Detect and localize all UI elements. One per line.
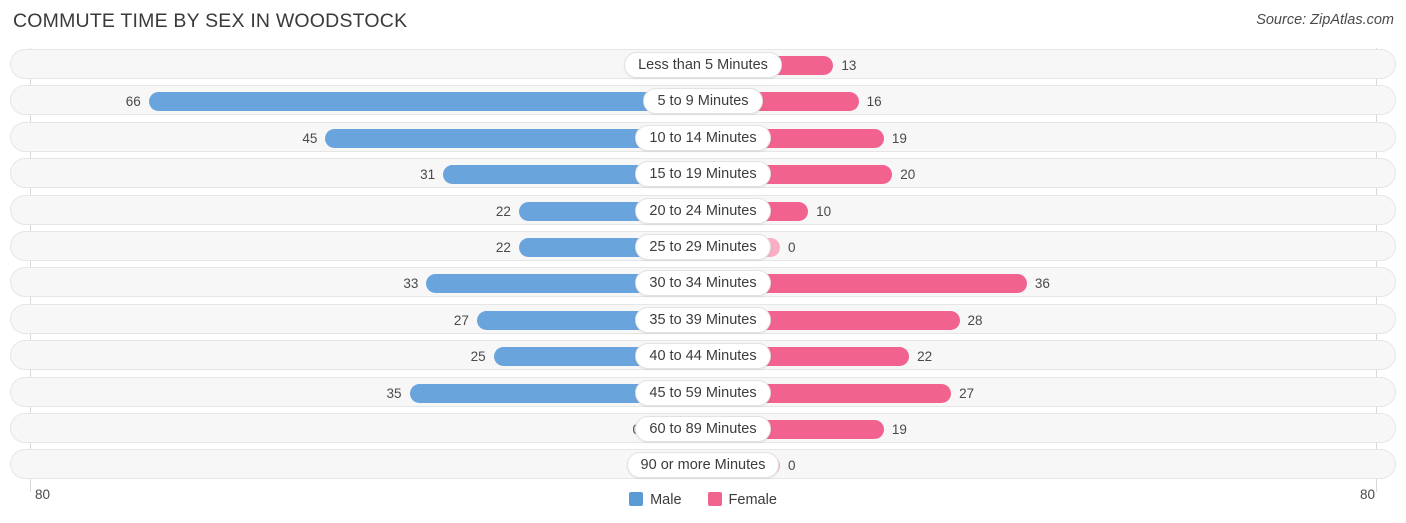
table-row[interactable]: 31 20 15 to 19 Minutes (10, 158, 1396, 189)
page-title: COMMUTE TIME BY SEX IN WOODSTOCK (13, 10, 408, 32)
category-label: 5 to 9 Minutes (643, 88, 763, 115)
legend-label: Male (650, 492, 682, 508)
bar-value-female: 0 (788, 458, 796, 474)
bar-value-female: 13 (841, 58, 857, 73)
bar-value-male: 66 (125, 94, 141, 110)
category-label: 30 to 34 Minutes (635, 270, 771, 297)
bar-value-male: 45 (302, 130, 318, 146)
category-label: 35 to 39 Minutes (635, 306, 771, 333)
bar-value-female: 16 (866, 94, 882, 110)
bar-value-female: 19 (891, 422, 907, 437)
chart-plot-area: 0 13 Less than 5 Minutes 66 16 5 to 9 Minutes… (0, 44, 1406, 492)
bar-value-male: 27 (453, 312, 469, 328)
category-label: 20 to 24 Minutes (635, 197, 771, 224)
table-row[interactable]: 0 19 60 to 89 Minutes (10, 413, 1396, 443)
bar-value-male: 22 (495, 240, 511, 255)
bar-value-female: 0 (788, 240, 796, 255)
bar-value-male: 25 (470, 349, 486, 365)
table-row[interactable]: 013Less than 5 Minutes (10, 49, 1396, 79)
source-attribution: Source: ZipAtlas.com (1256, 12, 1394, 28)
category-label: 90 or more Minutes (626, 452, 780, 479)
category-label: 60 to 89 Minutes (635, 416, 771, 442)
category-label: 10 to 14 Minutes (635, 124, 771, 151)
chart-legend: Male Female (0, 490, 1406, 510)
bar-value-male: 0 (584, 421, 640, 438)
category-label: 15 to 19 Minutes (635, 161, 771, 188)
bar-value-female: 36 (1034, 276, 1050, 292)
category-label: 40 to 44 Minutes (635, 343, 771, 370)
bar-value-female: 22 (917, 349, 933, 365)
table-row[interactable]: 22 10 20 to 24 Minutes (10, 194, 1396, 225)
table-row[interactable]: 22 0 25 to 29 Minutes (10, 231, 1396, 261)
table-row[interactable]: 27 28 35 to 39 Minutes (10, 303, 1396, 334)
bar-value-female: 19 (891, 130, 907, 146)
bar-value-male: 31 (420, 167, 436, 183)
table-row[interactable]: 45 19 10 to 14 Minutes (10, 121, 1396, 152)
category-label: 45 to 59 Minutes (635, 379, 771, 406)
bar-value-female: 10 (816, 203, 832, 219)
category-label: 25 to 29 Minutes (635, 234, 771, 260)
table-row[interactable]: 35 27 45 to 59 Minutes (10, 376, 1396, 407)
category-label: Less than 5 Minutes (624, 52, 782, 78)
legend-item-male[interactable]: Male (629, 490, 682, 510)
bar-value-female: 28 (967, 312, 983, 328)
legend-swatch-icon (629, 492, 644, 506)
bar-male[interactable] (148, 92, 704, 112)
table-row[interactable]: 0090 or more Minutes (10, 449, 1396, 480)
bar-value-male: 35 (386, 385, 402, 401)
table-row[interactable]: 33 36 30 to 34 Minutes (10, 267, 1396, 298)
legend-label: Female (728, 492, 777, 508)
bar-value-male: 22 (495, 203, 511, 219)
chart-footer: 80 80 Male Female (0, 484, 1406, 523)
table-row[interactable]: 25 22 40 to 44 Minutes (10, 340, 1396, 371)
bar-value-female: 20 (900, 167, 916, 183)
chart-header: COMMUTE TIME BY SEX IN WOODSTOCK Source:… (0, 0, 1406, 44)
legend-item-female[interactable]: Female (707, 490, 777, 510)
legend-swatch-icon (707, 492, 722, 506)
bar-value-female: 27 (959, 385, 975, 401)
bar-value-male: 33 (403, 276, 419, 292)
table-row[interactable]: 66 16 5 to 9 Minutes (10, 85, 1396, 116)
